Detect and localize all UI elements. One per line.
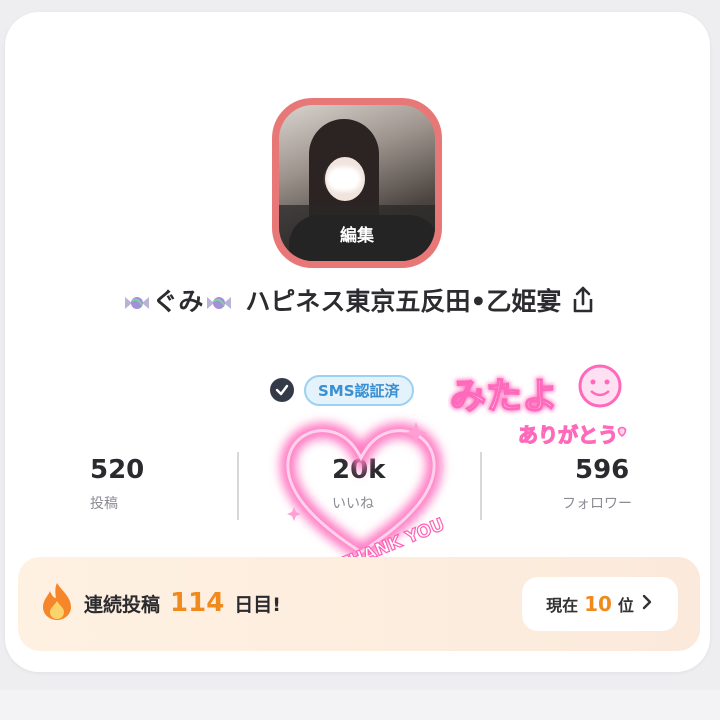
stat-label: フォロワー <box>562 496 632 512</box>
check-icon <box>270 378 294 402</box>
profile-name: ぐみ ハピネス東京五反田•乙姫宴 <box>70 280 650 320</box>
bottom-strip <box>0 690 720 720</box>
name-part2: ハピネス東京五反田•乙姫宴 <box>245 287 562 316</box>
streak-banner: 連続投稿 114 日目! 現在 10 位 <box>18 557 700 651</box>
stat-divider <box>237 452 239 520</box>
smile-icon <box>578 364 622 408</box>
rank-button[interactable]: 現在 10 位 <box>522 577 678 631</box>
chevron-right-icon <box>640 594 654 614</box>
avatar[interactable]: 編集 <box>272 98 442 268</box>
stat-label: 投稿 <box>90 496 118 512</box>
verification-row: SMS認証済 <box>270 374 414 406</box>
small-heart-icon <box>617 426 627 437</box>
sms-verified-badge: SMS認証済 <box>304 374 414 406</box>
mitayo-sticker: みたよ みたよ ありがとう <box>449 364 627 448</box>
streak-suffix: 日目! <box>234 593 281 616</box>
stat-value: 520 <box>90 455 145 485</box>
candy-icon <box>123 290 151 310</box>
avatar-face-blur <box>327 167 361 191</box>
streak-days: 114 <box>170 588 225 618</box>
stat-posts[interactable]: 520 投稿 <box>90 455 230 513</box>
stat-divider <box>480 452 482 520</box>
stat-value: 596 <box>575 455 630 485</box>
edit-avatar-button[interactable]: 編集 <box>279 205 435 261</box>
candy-icon <box>205 290 233 310</box>
streak-info: 連続投稿 114 日目! <box>40 581 281 626</box>
heart-thankyou-sticker: THANK YOU <box>279 422 448 572</box>
rank-number: 10 <box>584 592 612 616</box>
fire-icon <box>40 581 74 626</box>
name-part1: ぐみ <box>152 287 204 316</box>
stat-followers[interactable]: 596 フォロワー <box>562 455 702 513</box>
avatar-photo: 編集 <box>279 105 435 261</box>
share-icon[interactable] <box>569 285 597 315</box>
arigatou-text: ありがとう <box>518 423 618 447</box>
streak-prefix: 連続投稿 <box>84 593 161 616</box>
mitayo-text: みたよ <box>450 376 558 417</box>
edit-label: 編集 <box>340 225 374 246</box>
rank-prefix: 現在 <box>546 596 579 615</box>
rank-suffix: 位 <box>617 596 634 615</box>
